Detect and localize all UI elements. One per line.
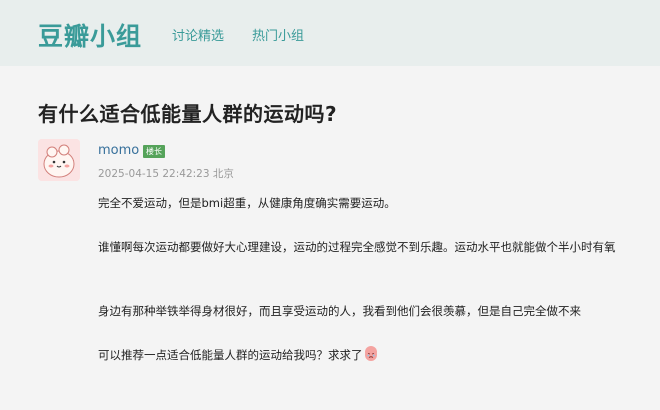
avatar-image <box>38 139 80 181</box>
top-header: 豆瓣小组 讨论精选 热门小组 <box>0 0 660 66</box>
post-paragraph: 身边有那种举铁举得身材很好，而且享受运动的人，我看到他们会很羡慕，但是自己完全做… <box>98 304 581 318</box>
avatar[interactable] <box>38 139 80 181</box>
post-content: 有什么适合低能量人群的运动吗? momo 楼长 2025-04-15 22:42… <box>0 66 660 410</box>
nav-hot-groups[interactable]: 热门小组 <box>252 25 304 44</box>
post-title: 有什么适合低能量人群的运动吗? <box>38 102 338 126</box>
post-paragraph-text: 可以推荐一点适合低能量人群的运动给我吗？求求了 <box>98 348 363 362</box>
post-paragraph: 完全不爱运动，但是bmi超重，从健康角度确实需要运动。 <box>98 196 396 210</box>
crying-face-icon <box>364 346 377 361</box>
nav-discussion-picks[interactable]: 讨论精选 <box>172 25 224 44</box>
author-name[interactable]: momo <box>98 143 139 158</box>
post-timestamp: 2025-04-15 22:42:23 北京 <box>98 168 234 180</box>
post-paragraph-last: 可以推荐一点适合低能量人群的运动给我吗？求求了 <box>98 344 618 366</box>
post-paragraph: 谁懂啊每次运动都要做好大心理建设，运动的过程完全感觉不到乐趣。运动水平也就能做个… <box>98 240 616 254</box>
site-logo[interactable]: 豆瓣小组 <box>38 17 142 53</box>
op-badge: 楼长 <box>143 145 165 158</box>
